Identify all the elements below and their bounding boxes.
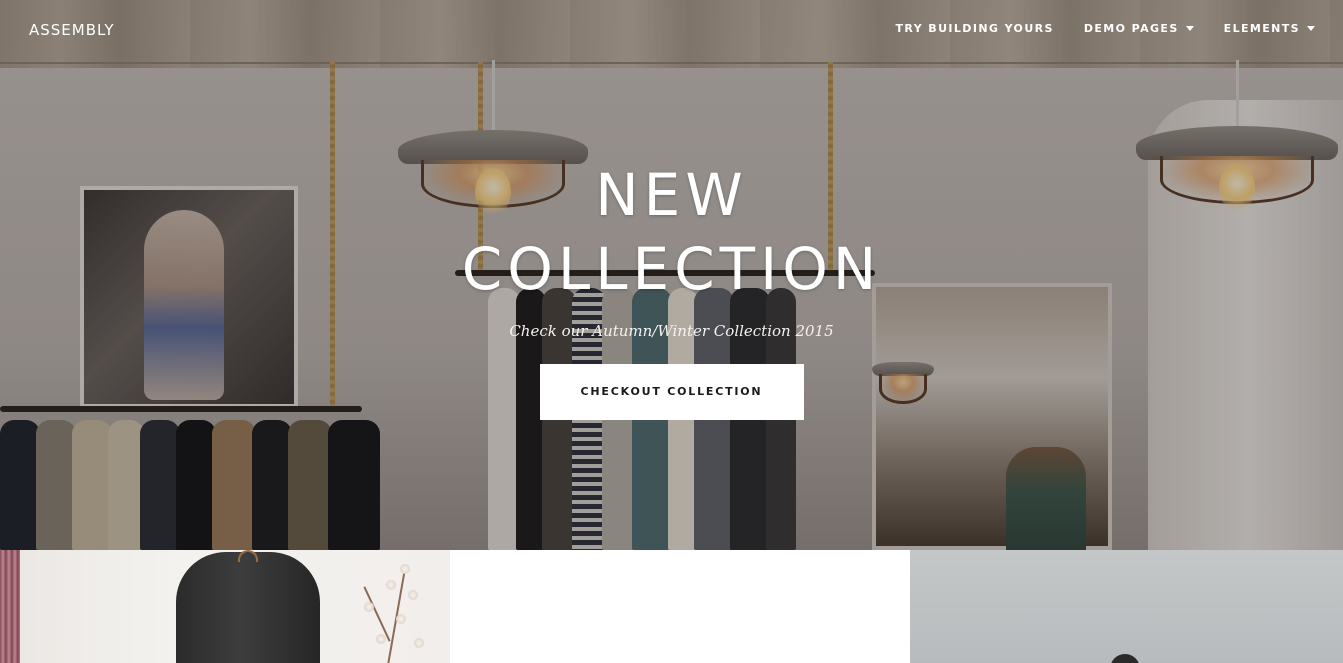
cotton-boll [364,602,374,612]
branch-stem [363,586,391,642]
nav-item-demo-pages[interactable]: DEMO PAGES [1084,22,1194,35]
hero-content: NEW COLLECTION Check our Autumn/Winter C… [0,158,1343,420]
caret-down-icon [1185,26,1194,31]
cotton-boll [408,590,418,600]
jacket-image [176,552,320,663]
nav-item-label: DEMO PAGES [1083,22,1179,35]
cotton-boll [396,614,406,624]
nav-item-elements[interactable]: ELEMENTS [1224,22,1315,35]
nav-item-label: TRY BUILDING YOURS [895,22,1054,35]
collection-tile-jacket[interactable] [0,550,450,663]
hero-title-line-2: COLLECTION [461,235,882,303]
nav-item-try-building-yours[interactable]: TRY BUILDING YOURS [896,22,1054,35]
caret-down-icon [1307,26,1315,31]
hero-section: ASSEMBLY TRY BUILDING YOURS DEMO PAGES E… [0,0,1343,550]
cotton-boll [386,580,396,590]
nav-item-label: ELEMENTS [1223,22,1300,35]
cotton-branch-image [356,564,446,663]
cotton-boll [376,634,386,644]
top-navigation: ASSEMBLY TRY BUILDING YOURS DEMO PAGES E… [0,0,1343,62]
hero-title: NEW COLLECTION [0,158,1343,306]
fabric-strip-image [0,550,20,663]
cotton-boll [400,564,410,574]
checkout-collection-button[interactable]: CHECKOUT COLLECTION [539,364,804,420]
nav-menu: TRY BUILDING YOURS DEMO PAGES ELEMENTS [896,22,1315,35]
collection-tile-blank[interactable] [450,550,910,663]
hero-title-line-1: NEW [595,161,748,229]
collection-tile-model[interactable] [910,550,1343,663]
cotton-boll [414,638,424,648]
model-head-image [1110,654,1140,663]
brand-logo[interactable]: ASSEMBLY [29,21,115,39]
hero-subtitle: Check our Autumn/Winter Collection 2015 [509,322,834,340]
